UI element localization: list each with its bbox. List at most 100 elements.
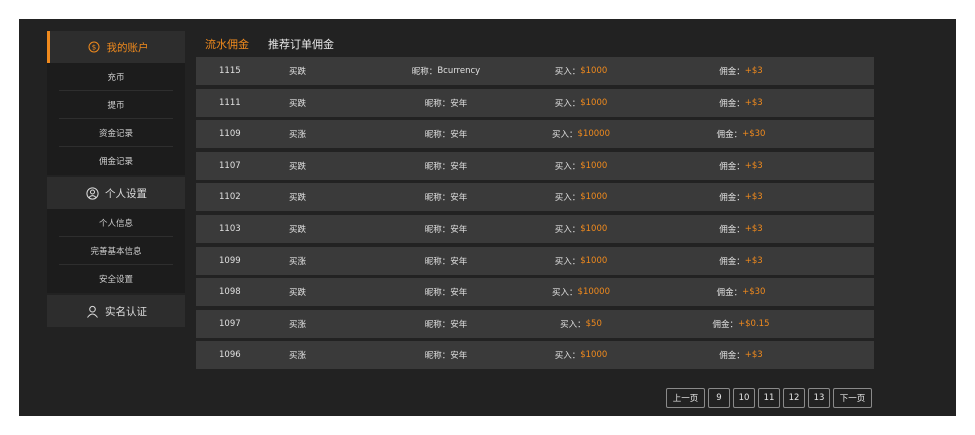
sidebar-item-commission-records[interactable]: 佣金记录: [59, 147, 173, 175]
page-button[interactable]: 9: [708, 388, 730, 408]
table-row: 1097 买涨 昵称： 安年 买入： $50 佣金： +$0.15: [196, 309, 874, 338]
buy-value: $1000: [580, 66, 608, 76]
main-frame: $ 我的账户 充币 提币 资金记录 佣金记录 个人设置 个人信息 完善基本信息 …: [19, 19, 956, 416]
page-button[interactable]: 10: [733, 388, 755, 408]
nickname-label: 昵称：: [424, 130, 451, 141]
prev-page-button[interactable]: 上一页: [666, 388, 705, 408]
buy-cell: 买入： $1000: [511, 183, 651, 211]
buy-value: $1000: [580, 192, 608, 203]
nickname-value: 安年: [450, 161, 468, 172]
buy-cell: 买入： $1000: [511, 152, 651, 180]
nickname-cell: 昵称： 安年: [376, 247, 516, 275]
page-button[interactable]: 13: [808, 388, 830, 408]
sidebar-item-fund-records[interactable]: 资金记录: [59, 119, 173, 147]
sidebar-section-verification[interactable]: 实名认证: [47, 295, 185, 327]
dollar-circle-icon: $: [87, 40, 101, 54]
order-type: 买跌: [289, 288, 307, 299]
nickname-cell: 昵称： 安年: [376, 89, 516, 117]
sidebar-section-account[interactable]: $ 我的账户: [47, 31, 185, 63]
commission-label: 佣金：: [712, 319, 739, 330]
commission-value: +$30: [742, 287, 766, 298]
user-icon: [85, 304, 99, 318]
commission-label: 佣金：: [716, 130, 743, 141]
buy-cell: 买入： $10000: [511, 120, 651, 148]
buy-value: $1000: [580, 255, 608, 266]
tab-referral-commission[interactable]: 推荐订单佣金: [268, 36, 334, 52]
buy-cell: 买入： $10000: [511, 278, 651, 306]
order-type: 买跌: [289, 67, 307, 77]
nickname-cell: 昵称： 安年: [376, 183, 516, 211]
buy-label: 买入：: [554, 98, 581, 109]
order-type: 买跌: [289, 98, 307, 109]
buy-cell: 买入： $1000: [511, 247, 651, 275]
nickname-value: Bcurrency: [437, 66, 481, 76]
nickname-label: 昵称：: [424, 193, 451, 204]
nickname-cell: 昵称： Bcurrency: [376, 57, 516, 85]
sidebar-item-deposit[interactable]: 充币: [59, 63, 173, 91]
commission-cell: 佣金： +$3: [671, 152, 811, 180]
buy-value: $50: [585, 318, 602, 329]
nickname-label: 昵称：: [424, 98, 451, 109]
svg-text:$: $: [91, 44, 95, 52]
nickname-cell: 昵称： 安年: [376, 278, 516, 306]
nickname-cell: 昵称： 安年: [376, 120, 516, 148]
commission-cell: 佣金： +$30: [671, 120, 811, 148]
sidebar-section-title: 我的账户: [106, 41, 149, 54]
order-type: 买跌: [289, 193, 307, 204]
table-row: 1103 买跌 昵称： 安年 买入： $1000 佣金： +$3: [196, 214, 874, 243]
nickname-value: 安年: [450, 130, 468, 141]
sidebar: $ 我的账户 充币 提币 资金记录 佣金记录 个人设置 个人信息 完善基本信息 …: [47, 31, 185, 327]
pagination: 上一页 9 10 11 12 13 下一页: [666, 388, 872, 408]
commission-label: 佣金：: [719, 67, 745, 77]
next-page-button[interactable]: 下一页: [833, 388, 872, 408]
sidebar-item-personal-info[interactable]: 个人信息: [59, 209, 173, 237]
nickname-cell: 昵称： 安年: [376, 310, 516, 338]
buy-label: 买入：: [554, 351, 581, 362]
order-type: 买跌: [289, 224, 307, 235]
commission-cell: 佣金： +$3: [671, 247, 811, 275]
sidebar-section-settings[interactable]: 个人设置: [47, 177, 185, 209]
commission-value: +$3: [744, 223, 763, 234]
order-id: 1099: [219, 255, 241, 266]
nickname-value: 安年: [450, 98, 468, 109]
order-type: 买涨: [289, 351, 307, 362]
commission-label: 佣金：: [716, 288, 743, 299]
order-id: 1111: [219, 97, 241, 108]
buy-value: $1000: [580, 223, 608, 234]
commission-label: 佣金：: [719, 224, 745, 235]
commission-value: +$0.15: [738, 318, 770, 329]
table-row: 1098 买跌 昵称： 安年 买入： $10000 佣金： +$30: [196, 278, 874, 307]
table-row: 1111 买跌 昵称： 安年 买入： $1000 佣金： +$3: [196, 88, 874, 117]
buy-label: 买入：: [554, 256, 581, 267]
tab-flow-commission[interactable]: 流水佣金: [205, 36, 249, 52]
buy-cell: 买入： $1000: [511, 341, 651, 369]
nickname-cell: 昵称： 安年: [376, 215, 516, 243]
order-id: 1098: [219, 287, 241, 298]
table-row: 1102 买跌 昵称： 安年 买入： $1000 佣金： +$3: [196, 183, 874, 212]
sidebar-item-security[interactable]: 安全设置: [59, 265, 173, 293]
nickname-cell: 昵称： 安年: [376, 341, 516, 369]
nickname-label: 昵称：: [424, 256, 451, 267]
buy-label: 买入：: [554, 224, 581, 235]
buy-label: 买入：: [554, 161, 581, 172]
page-button[interactable]: 11: [758, 388, 780, 408]
nickname-label: 昵称：: [424, 288, 451, 299]
sidebar-section-title: 实名认证: [105, 305, 147, 318]
commission-value: +$30: [742, 129, 766, 140]
commission-label: 佣金：: [719, 256, 745, 267]
buy-cell: 买入： $1000: [511, 57, 651, 85]
sidebar-item-withdraw[interactable]: 提币: [59, 91, 173, 119]
commission-cell: 佣金： +$3: [671, 183, 811, 211]
table-row: 1099 买涨 昵称： 安年 买入： $1000 佣金： +$3: [196, 246, 874, 275]
buy-value: $1000: [580, 97, 608, 108]
page-button[interactable]: 12: [783, 388, 805, 408]
user-circle-icon: [85, 186, 99, 200]
sidebar-item-complete-info[interactable]: 完善基本信息: [59, 237, 173, 265]
sidebar-section-account-items: 充币 提币 资金记录 佣金记录: [47, 63, 185, 175]
order-type: 买涨: [289, 319, 307, 330]
buy-cell: 买入： $1000: [511, 215, 651, 243]
order-id: 1096: [219, 350, 241, 361]
sidebar-section-title: 个人设置: [105, 187, 147, 200]
table-row: 1096 买涨 昵称： 安年 买入： $1000 佣金： +$3: [196, 341, 874, 370]
table-row: 1107 买跌 昵称： 安年 买入： $1000 佣金： +$3: [196, 151, 874, 180]
